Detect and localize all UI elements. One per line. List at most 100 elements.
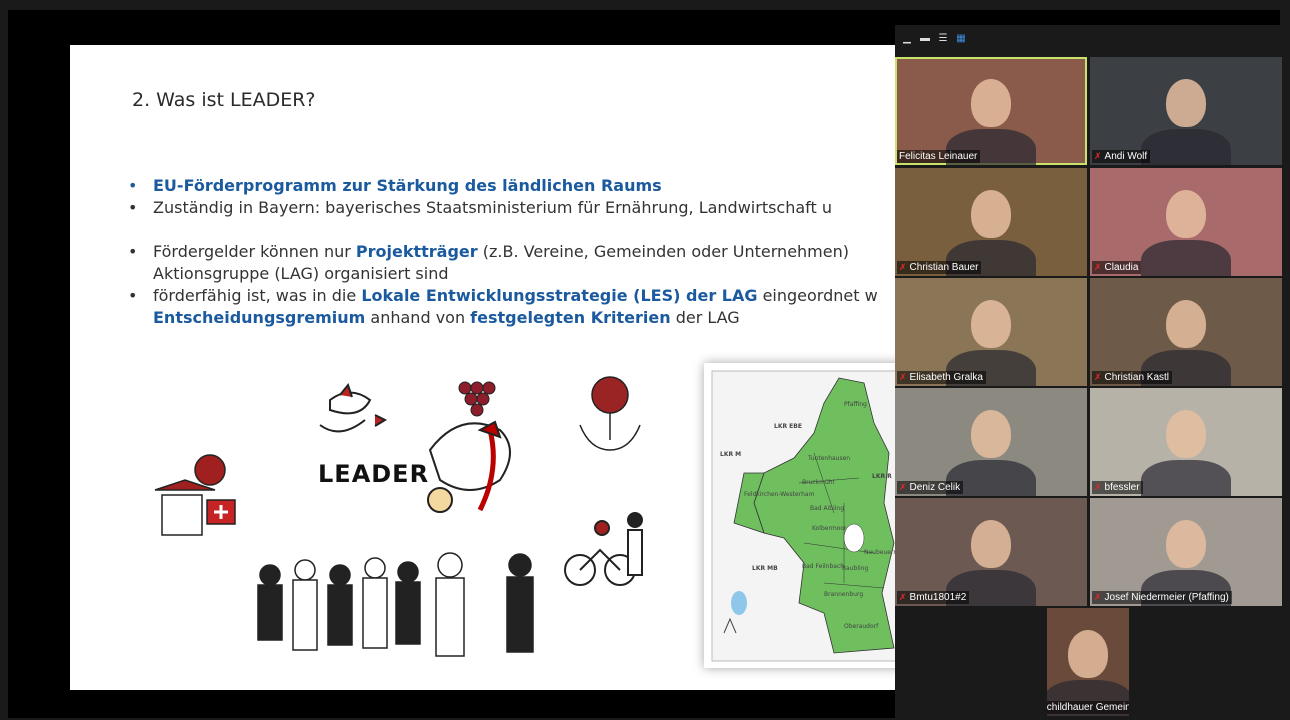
bullet-text: förderfähig ist, was in die [153, 286, 362, 305]
bullet-item: • Fördergelder können nur Projektträger (… [125, 241, 900, 263]
bullet-dot: • [128, 242, 138, 261]
map-label: Raubling [842, 565, 869, 572]
bullet-highlight: Entscheidungsgremium [153, 308, 366, 327]
participant-name-label: ✗Georg Schildhauer Gemeinde Sche... [1047, 701, 1129, 714]
map-label: Tuntenhausen [808, 455, 851, 462]
map-label: LKR MB [752, 565, 778, 572]
muted-mic-icon: ✗ [1094, 151, 1102, 161]
participant-name-label: ✗ Josef Niedermeier (Pfaffing) [1092, 591, 1232, 604]
participant-tile[interactable]: ✗ bfessler [1090, 388, 1282, 496]
bullet-text: Zuständig in Bayern: bayerisches Staatsm… [153, 198, 833, 217]
map-label: Bruckmühl [802, 479, 835, 486]
presentation-slide: 2. Was ist LEADER? • EU-Förderprogramm zu… [70, 45, 900, 690]
sketch-drawing [154, 376, 643, 657]
bullet-highlight: Lokale Entwicklungsstrategie (LES) der L… [361, 286, 758, 305]
participant-name-label: ✗ Elisabeth Gralka [897, 371, 986, 384]
participant-tile[interactable]: ✗ Claudia [1090, 168, 1282, 276]
map-label: Bad Feilnbach [802, 563, 845, 570]
zoom-meeting-window: 2. Was ist LEADER? • EU-Förderprogramm zu… [0, 0, 1290, 720]
map-label: Neubeuern [864, 549, 898, 556]
leader-illustration: LEADER [140, 370, 700, 670]
bullet-text: Aktionsgruppe (LAG) organisiert sind [153, 264, 449, 283]
participant-name: Bmtu1801#2 [909, 592, 967, 603]
muted-mic-icon: ✗ [1094, 482, 1102, 492]
participant-name: Christian Kastl [1104, 372, 1170, 383]
view-controls: ▁ ▬ ☰ ▦ [901, 31, 967, 45]
participant-video [971, 520, 1011, 568]
muted-mic-icon: ✗ [899, 262, 907, 272]
participant-video [971, 79, 1011, 127]
bullet-continuation: Entscheidungsgremium anhand von festgele… [125, 307, 900, 329]
participant-tile[interactable]: ✗ Josef Niedermeier (Pfaffing) [1090, 498, 1282, 606]
muted-mic-icon: ✗ [899, 592, 907, 602]
participant-name: Andi Wolf [1104, 151, 1148, 162]
bullet-text: Fördergelder können nur [153, 242, 356, 261]
participant-tile[interactable]: ✗Georg Schildhauer Gemeinde Sche... [1047, 608, 1129, 716]
participant-name-label: ✗ bfessler [1092, 481, 1143, 494]
participant-name-label: ✗ Christian Kastl [1092, 371, 1173, 384]
participant-video [1166, 410, 1206, 458]
participant-tile[interactable]: ✗ Christian Kastl [1090, 278, 1282, 386]
speaker-view-icon[interactable]: ▬ [919, 33, 931, 44]
participant-name-label: ✗ Claudia [1092, 261, 1142, 274]
participant-video [971, 300, 1011, 348]
participant-video [1166, 79, 1206, 127]
muted-mic-icon: ✗ [1094, 592, 1102, 602]
map-label: LKR M [720, 451, 742, 458]
bullet-dot: • [128, 176, 138, 195]
participant-tile[interactable]: ✗ Elisabeth Gralka [895, 278, 1087, 386]
participant-video [971, 190, 1011, 238]
bullet-list: • EU-Förderprogramm zur Stärkung des länd… [125, 175, 900, 329]
participant-name-label: ✗ Andi Wolf [1092, 150, 1151, 163]
muted-mic-icon: ✗ [899, 372, 907, 382]
participant-name: Felicitas Leinauer [899, 151, 978, 162]
participant-name: Georg Schildhauer Gemeinde Sche... [1047, 702, 1129, 713]
participant-name-label: ✗ Bmtu1801#2 [897, 591, 970, 604]
participant-video [1166, 300, 1206, 348]
participant-gallery: ▁ ▬ ☰ ▦ Felicitas Leinauer ✗ Andi Wolf ✗ Chr… [895, 25, 1282, 720]
participant-tile[interactable]: ✗ Andi Wolf [1090, 57, 1282, 165]
map-label: Feldkirchen-Westerham [744, 491, 815, 498]
participant-tile[interactable]: Felicitas Leinauer [895, 57, 1087, 165]
participant-tile[interactable]: ✗ Christian Bauer [895, 168, 1087, 276]
participant-video [1068, 630, 1108, 678]
map-label: Oberaudorf [844, 623, 879, 630]
participant-body [1141, 460, 1231, 496]
region-map: LKR EBE LKR M LKR R LKR MB Pfaffing Tunt… [704, 363, 900, 668]
muted-mic-icon: ✗ [1094, 262, 1102, 272]
participant-video [971, 410, 1011, 458]
participant-name-label: ✗ Christian Bauer [897, 261, 982, 274]
grid-view-icon[interactable]: ▦ [955, 33, 967, 44]
slide-title: 2. Was ist LEADER? [132, 89, 316, 111]
participant-name: Claudia [1104, 262, 1139, 273]
map-label: Brannenburg [824, 591, 864, 598]
participant-name: Elisabeth Gralka [909, 372, 983, 383]
strip-view-icon[interactable]: ☰ [937, 33, 949, 44]
participant-video [1166, 190, 1206, 238]
bullet-dot: • [128, 198, 138, 217]
participant-tile[interactable]: ✗ Deniz Celik [895, 388, 1087, 496]
bullet-highlight: festgelegten Kriterien [470, 308, 671, 327]
participant-body [1141, 129, 1231, 165]
participant-video [1166, 520, 1206, 568]
participant-name: Deniz Celik [909, 482, 961, 493]
participant-name: Christian Bauer [909, 262, 979, 273]
participant-tile[interactable]: ✗ Bmtu1801#2 [895, 498, 1087, 606]
map-label: LKR R [872, 473, 892, 480]
bullet-spacer [125, 219, 900, 241]
bullet-text: der LAG [670, 308, 740, 327]
bullet-highlight: EU-Förderprogramm zur Stärkung des ländl… [153, 176, 662, 195]
map-label: Pfaffing [844, 401, 867, 408]
map-label: Kolbermoor [812, 525, 847, 532]
map-label: LKR EBE [774, 423, 802, 430]
map-label: Bad Aibling [810, 505, 845, 512]
bullet-text: anhand von [365, 308, 471, 327]
participant-name: Josef Niedermeier (Pfaffing) [1104, 592, 1229, 603]
minimize-icon[interactable]: ▁ [901, 33, 913, 44]
bullet-item: • förderfähig ist, was in die Lokale Entw… [125, 285, 900, 307]
participant-name: bfessler [1104, 482, 1140, 493]
participant-body [1141, 240, 1231, 276]
participant-name-label: Felicitas Leinauer [897, 150, 981, 163]
leader-word: LEADER [318, 460, 430, 488]
muted-mic-icon: ✗ [899, 482, 907, 492]
